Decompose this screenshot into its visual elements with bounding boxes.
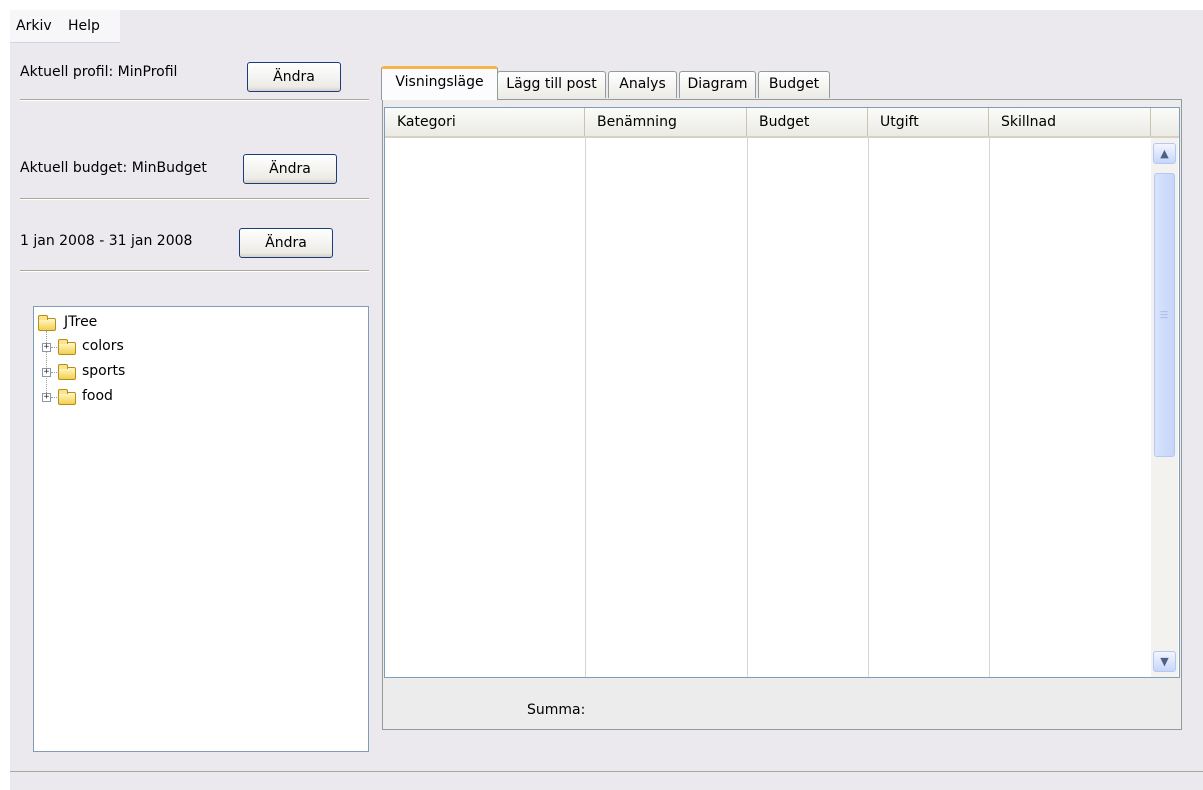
scrollbar-thumb[interactable]: — — — xyxy=(1154,173,1175,457)
tree-node-food[interactable]: + food xyxy=(34,387,334,409)
tree-node-sports[interactable]: + sports xyxy=(34,362,334,384)
summary-label: Summa: xyxy=(527,702,586,718)
chevron-up-icon[interactable]: ▲ xyxy=(1153,143,1176,164)
tab-visningslage[interactable]: Visningsläge xyxy=(381,66,498,100)
column-header-utgift[interactable]: Utgift xyxy=(868,108,989,136)
separator xyxy=(20,270,369,272)
column-divider xyxy=(747,138,748,677)
tree-connector-line xyxy=(51,372,57,373)
menu-bar: Arkiv Help xyxy=(10,10,120,43)
change-budget-button[interactable]: Ändra xyxy=(243,154,337,184)
tree-root-node[interactable]: JTree xyxy=(34,313,334,335)
separator xyxy=(20,198,369,200)
column-header-benamning[interactable]: Benämning xyxy=(585,108,747,136)
column-header-budget[interactable]: Budget xyxy=(747,108,868,136)
current-profile-label: Aktuell profil: MinProfil xyxy=(20,64,178,80)
date-range-label: 1 jan 2008 - 31 jan 2008 xyxy=(20,233,193,249)
column-divider xyxy=(868,138,869,677)
column-header-kategori[interactable]: Kategori xyxy=(385,108,585,136)
grip-icon: — — — xyxy=(1160,307,1168,322)
tree-node-label: colors xyxy=(82,338,124,354)
folder-icon xyxy=(58,389,76,405)
folder-icon xyxy=(38,315,56,331)
column-header-skillnad[interactable]: Skillnad xyxy=(989,108,1151,136)
tree-node-label: sports xyxy=(82,363,126,379)
status-bar xyxy=(10,771,1203,790)
plus-expander-icon[interactable]: + xyxy=(42,343,51,352)
tab-lagg-till-post[interactable]: Lägg till post xyxy=(497,71,606,98)
plus-expander-icon[interactable]: + xyxy=(42,393,51,402)
tree-connector-line xyxy=(51,397,57,398)
column-divider xyxy=(989,138,990,677)
plus-expander-icon[interactable]: + xyxy=(42,368,51,377)
tree-node-colors[interactable]: + colors xyxy=(34,337,334,359)
vertical-scrollbar[interactable]: ▲ — — — ▼ xyxy=(1151,138,1178,677)
chevron-down-icon[interactable]: ▼ xyxy=(1153,651,1176,672)
application-window: Arkiv Help Aktuell profil: MinProfil Änd… xyxy=(10,10,1203,790)
change-period-button[interactable]: Ändra xyxy=(239,228,333,258)
separator xyxy=(20,99,369,101)
tab-analys[interactable]: Analys xyxy=(608,71,677,98)
table-header: Kategori Benämning Budget Utgift Skillna… xyxy=(385,108,1179,138)
tab-budget[interactable]: Budget xyxy=(758,71,830,98)
tree-node-label: food xyxy=(82,388,113,404)
expense-table[interactable]: Kategori Benämning Budget Utgift Skillna… xyxy=(384,107,1180,678)
tree-connector-line xyxy=(51,347,57,348)
tree-node-label: JTree xyxy=(64,314,98,330)
folder-icon xyxy=(58,339,76,355)
change-profile-button[interactable]: Ändra xyxy=(247,62,341,92)
current-budget-label: Aktuell budget: MinBudget xyxy=(20,160,207,176)
folder-icon xyxy=(58,364,76,380)
column-divider xyxy=(585,138,586,677)
category-tree[interactable]: JTree + colors + sports + food xyxy=(33,306,369,752)
tab-diagram[interactable]: Diagram xyxy=(679,71,756,98)
menu-arkiv[interactable]: Arkiv xyxy=(16,18,52,34)
menu-help[interactable]: Help xyxy=(68,18,100,34)
